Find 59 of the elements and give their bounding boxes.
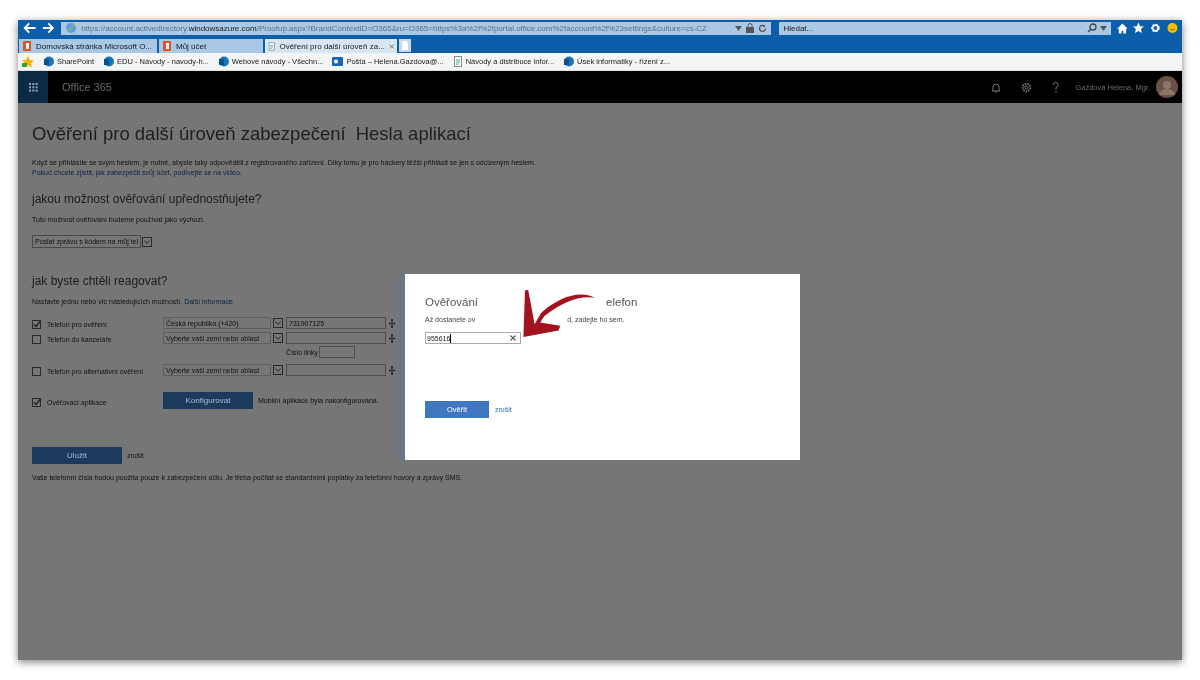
dropdown-icon[interactable] [1099,25,1107,31]
settings-icon[interactable] [1150,22,1162,34]
help-icon[interactable] [1052,81,1060,93]
favorites-star-icon[interactable] [22,56,34,67]
browser-tab[interactable]: Domovská stránka Microsoft O... [19,39,157,53]
configure-button[interactable]: Konfigurovat [163,392,253,409]
page-icon[interactable] [268,40,276,52]
dialog-title: Ověřování [425,296,479,308]
dropdown-icon[interactable] [273,318,283,328]
sharepoint-icon [563,56,575,67]
forward-icon[interactable] [42,22,56,34]
mail-icon [332,56,344,67]
extension-field[interactable] [319,346,355,358]
dropdown-icon[interactable] [273,333,283,343]
address-field[interactable]: https://account.activedirectory.windowsazure.com/Proofup.aspx?BrandContextID=O365&ru=O365=https%3a%2f%2fportal.office.com%2faccount%2f%23settings&culture=cs-CZ [61,21,772,35]
browser-tab[interactable]: Ověření pro další úroveň za... [265,39,397,53]
clear-icon[interactable] [510,335,516,341]
back-icon[interactable] [22,22,37,34]
page-title: Ověření pro další úroveň zabezpečení [32,123,346,145]
annotation-arrow [523,289,595,337]
spin-icon[interactable] [389,365,395,375]
avatar[interactable] [1156,76,1178,98]
search-box[interactable]: Hledat... [779,21,1111,35]
close-icon[interactable] [388,42,394,50]
settings-icon[interactable] [1021,81,1033,93]
smiley-icon[interactable] [1167,22,1178,34]
phone-field[interactable] [286,364,386,376]
app-launcher-icon[interactable] [28,82,38,92]
app-launcher-button[interactable] [18,71,48,103]
dialog-title: elefon [606,296,638,308]
dropdown-icon[interactable] [273,365,283,375]
save-button[interactable]: Uložit [32,447,122,464]
dropdown-icon[interactable] [735,25,743,31]
sharepoint-icon [103,56,115,67]
checkbox[interactable] [32,320,41,329]
sharepoint-icon [217,56,229,67]
refresh-icon[interactable] [758,23,768,33]
page-icon [452,56,463,67]
spin-icon[interactable] [389,318,395,328]
app-title: Office 365 [62,81,112,93]
section-heading: jakou možnost ověřování upřednostňujete? [32,192,262,206]
sharepoint-icon [43,56,54,67]
office-icon[interactable] [22,41,32,51]
search-field[interactable]: Hledat... [783,23,1084,33]
app-passwords-tab[interactable]: Hesla aplikací [355,123,471,145]
star-icon[interactable] [1133,22,1145,34]
section-heading: jak byste chtěli reagovat? [32,274,168,288]
lock-icon[interactable] [746,23,755,33]
dropdown-icon[interactable] [142,236,153,247]
spin-icon[interactable] [389,333,395,343]
browser-tab[interactable]: Můj účet [159,39,263,53]
search-icon[interactable] [1086,23,1097,33]
checkbox[interactable] [32,367,41,376]
bell-icon[interactable] [991,81,1002,93]
checkbox[interactable] [32,335,41,344]
phone-field[interactable] [286,332,386,344]
checkbox[interactable] [32,397,41,407]
office-icon[interactable] [162,41,172,51]
home-icon[interactable] [1116,22,1128,34]
